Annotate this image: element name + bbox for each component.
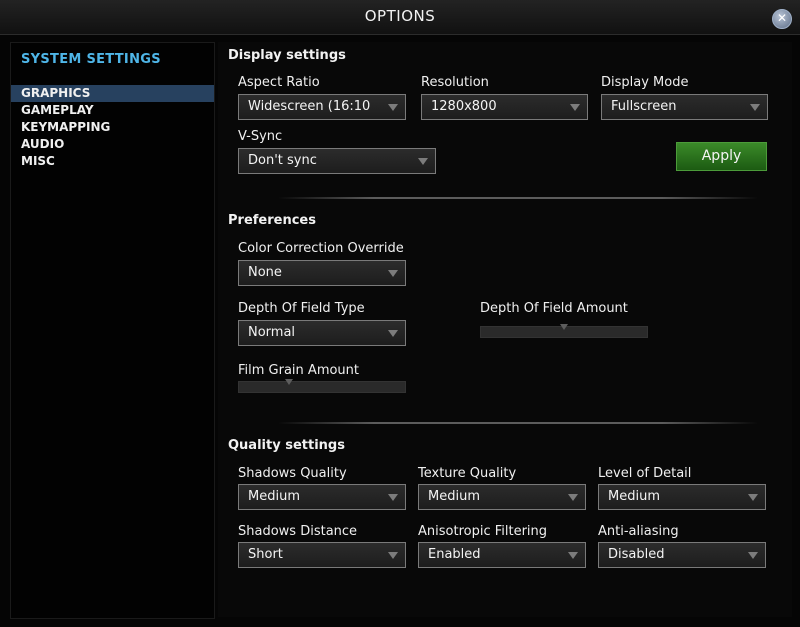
quality-settings-title: Quality settings — [228, 438, 345, 453]
sidebar: SYSTEM SETTINGS GRAPHICS GAMEPLAY KEYMAP… — [10, 42, 215, 619]
vsync-dropdown[interactable]: Don't sync — [238, 148, 436, 174]
chevron-down-icon — [388, 494, 398, 501]
antialiasing-label: Anti-aliasing — [598, 524, 679, 539]
level-of-detail-label: Level of Detail — [598, 466, 692, 481]
slider-thumb-icon[interactable] — [560, 324, 568, 330]
chevron-down-icon — [418, 158, 428, 165]
antialiasing-value: Disabled — [608, 547, 665, 562]
film-grain-slider[interactable] — [238, 379, 406, 393]
chevron-down-icon — [570, 104, 580, 111]
dof-type-label: Depth Of Field Type — [238, 301, 365, 316]
color-correction-dropdown[interactable]: None — [238, 260, 406, 286]
anisotropic-value: Enabled — [428, 547, 481, 562]
close-icon: ✕ — [776, 11, 788, 25]
sidebar-item-audio[interactable]: AUDIO — [11, 136, 214, 153]
chevron-down-icon — [568, 494, 578, 501]
chevron-down-icon — [750, 104, 760, 111]
chevron-down-icon — [748, 494, 758, 501]
aspect-ratio-value: Widescreen (16:10 — [248, 99, 371, 114]
display-mode-label: Display Mode — [601, 75, 689, 90]
color-correction-value: None — [248, 265, 282, 280]
texture-quality-label: Texture Quality — [418, 466, 517, 481]
window-title: OPTIONS — [364, 7, 436, 25]
dof-type-value: Normal — [248, 325, 296, 340]
aspect-ratio-label: Aspect Ratio — [238, 75, 320, 90]
film-grain-label: Film Grain Amount — [238, 363, 360, 378]
chevron-down-icon — [748, 552, 758, 559]
sidebar-item-keymapping[interactable]: KEYMAPPING — [11, 119, 214, 136]
resolution-dropdown[interactable]: 1280x800 — [421, 94, 588, 120]
color-correction-label: Color Correction Override — [238, 241, 404, 256]
vsync-value: Don't sync — [248, 153, 317, 168]
sidebar-item-graphics[interactable]: GRAPHICS — [11, 85, 214, 102]
level-of-detail-value: Medium — [608, 489, 660, 504]
chevron-down-icon — [388, 104, 398, 111]
settings-panel: Display settings Aspect Ratio Widescreen… — [218, 42, 792, 617]
display-settings-title: Display settings — [228, 48, 346, 63]
apply-button[interactable]: Apply — [676, 142, 767, 171]
texture-quality-dropdown[interactable]: Medium — [418, 484, 586, 510]
chevron-down-icon — [388, 552, 398, 559]
shadows-quality-label: Shadows Quality — [238, 466, 347, 481]
close-button[interactable]: ✕ — [772, 9, 792, 29]
slider-thumb-icon[interactable] — [284, 379, 293, 385]
preferences-title: Preferences — [228, 213, 316, 228]
shadows-quality-value: Medium — [248, 489, 300, 504]
resolution-value: 1280x800 — [431, 99, 497, 114]
dof-amount-label: Depth Of Field Amount — [480, 301, 628, 316]
texture-quality-value: Medium — [428, 489, 480, 504]
shadows-distance-dropdown[interactable]: Short — [238, 542, 406, 568]
display-mode-dropdown[interactable]: Fullscreen — [601, 94, 768, 120]
chevron-down-icon — [388, 270, 398, 277]
section-divider — [278, 422, 758, 424]
dof-type-dropdown[interactable]: Normal — [238, 320, 406, 346]
resolution-label: Resolution — [421, 75, 489, 90]
sidebar-item-misc[interactable]: MISC — [11, 153, 214, 170]
antialiasing-dropdown[interactable]: Disabled — [598, 542, 766, 568]
level-of-detail-dropdown[interactable]: Medium — [598, 484, 766, 510]
chevron-down-icon — [388, 330, 398, 337]
sidebar-item-gameplay[interactable]: GAMEPLAY — [11, 102, 214, 119]
vsync-label: V-Sync — [238, 129, 283, 144]
sidebar-heading: SYSTEM SETTINGS — [21, 52, 161, 67]
shadows-distance-label: Shadows Distance — [238, 524, 358, 539]
display-mode-value: Fullscreen — [611, 99, 677, 114]
section-divider — [278, 197, 758, 199]
anisotropic-label: Anisotropic Filtering — [418, 524, 548, 539]
chevron-down-icon — [568, 552, 578, 559]
anisotropic-dropdown[interactable]: Enabled — [418, 542, 586, 568]
title-bar: OPTIONS ✕ — [0, 0, 800, 35]
aspect-ratio-dropdown[interactable]: Widescreen (16:10 — [238, 94, 406, 120]
shadows-quality-dropdown[interactable]: Medium — [238, 484, 406, 510]
dof-amount-slider[interactable] — [480, 324, 648, 338]
shadows-distance-value: Short — [248, 547, 283, 562]
